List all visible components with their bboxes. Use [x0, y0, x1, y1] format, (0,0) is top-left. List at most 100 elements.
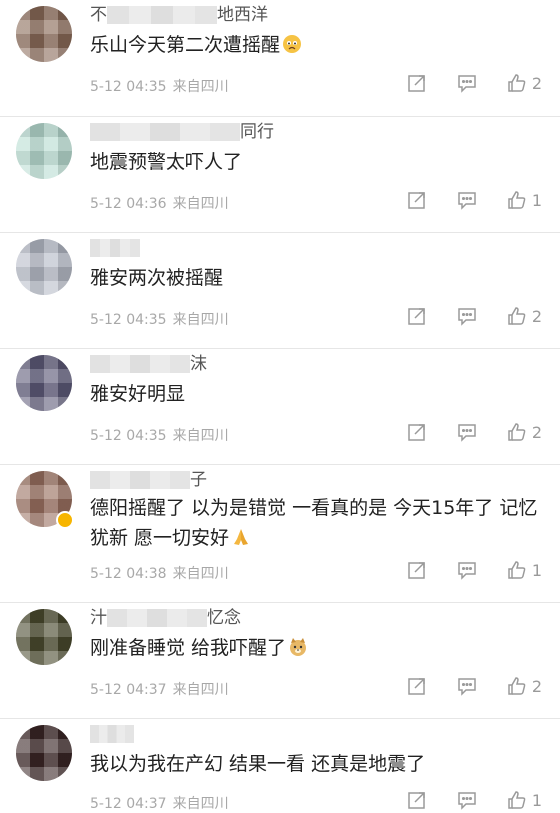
username-mask [90, 239, 140, 257]
timestamp: 5-12 04:36 [90, 196, 167, 212]
share-icon [408, 308, 425, 325]
share-button[interactable] [406, 305, 428, 327]
comment-actions: 2 [378, 72, 542, 94]
timestamp: 5-12 04:35 [90, 79, 167, 95]
comment-item: 汁忆念 刚准备睡觉 给我吓醒了 5-12 04:37 来自四川 2 [0, 603, 560, 719]
comment-meta: 5-12 04:35 来自四川 [90, 76, 229, 96]
reply-button[interactable] [456, 559, 478, 581]
comment-icon [458, 424, 476, 442]
comment-icon [458, 678, 476, 696]
source: 来自四川 [172, 682, 229, 698]
comment-actions: 1 [378, 189, 542, 211]
like-count: 2 [531, 306, 542, 326]
comment-icon [458, 75, 476, 93]
share-icon [408, 678, 425, 695]
username[interactable]: 不地西洋 [90, 2, 268, 28]
timestamp: 5-12 04:35 [90, 312, 167, 328]
reply-button[interactable] [456, 72, 478, 94]
thumbs-up-icon [508, 561, 526, 579]
username[interactable]: 子 [90, 467, 207, 493]
thumbs-up-icon [508, 677, 526, 695]
comment-item: 雅安两次被摇醒 5-12 04:35 来自四川 2 [0, 233, 560, 349]
thumbs-up-icon [508, 191, 526, 209]
comment-text: 刚准备睡觉 给我吓醒了 [90, 633, 540, 663]
username[interactable]: 同行 [90, 119, 274, 145]
username-mask [107, 6, 217, 24]
comment-item: 同行 地震预警太吓人了 5-12 04:36 来自四川 1 [0, 117, 560, 233]
comment-meta: 5-12 04:35 来自四川 [90, 309, 229, 329]
like-count: 2 [531, 422, 542, 442]
like-count: 2 [531, 676, 542, 696]
comment-actions: 2 [378, 421, 542, 443]
comment-meta: 5-12 04:37 来自四川 [90, 793, 229, 813]
worried-face-emoji [283, 35, 302, 53]
share-icon [408, 75, 425, 92]
comment-text: 我以为我在产幻 结果一看 还真是地震了 [90, 753, 426, 775]
avatar[interactable] [16, 355, 72, 411]
share-button[interactable] [406, 559, 428, 581]
like-button[interactable]: 2 [506, 305, 542, 327]
like-count: 1 [531, 560, 542, 580]
share-button[interactable] [406, 72, 428, 94]
like-button[interactable]: 2 [506, 675, 542, 697]
username[interactable] [90, 235, 140, 261]
comment-meta: 5-12 04:36 来自四川 [90, 193, 229, 213]
verified-badge-icon [56, 511, 74, 529]
thumbs-up-icon [508, 423, 526, 441]
avatar[interactable] [16, 725, 72, 781]
comment-meta: 5-12 04:38 来自四川 [90, 563, 229, 583]
comment-item: 我以为我在产幻 结果一看 还真是地震了 5-12 04:37 来自四川 1 [0, 719, 560, 812]
username[interactable] [90, 721, 134, 747]
username[interactable]: 沫 [90, 351, 207, 377]
username-mask [107, 609, 207, 627]
doge-emoji [290, 638, 307, 656]
reply-button[interactable] [456, 421, 478, 443]
timestamp: 5-12 04:37 [90, 796, 167, 812]
like-button[interactable]: 1 [506, 559, 542, 581]
comment-item: 子 德阳摇醒了 以为是错觉 一看真的是 今天15年了 记忆犹新 愿一切安好 5-… [0, 465, 560, 603]
comment-icon [458, 192, 476, 210]
comment-actions: 1 [378, 559, 542, 581]
avatar[interactable] [16, 123, 72, 179]
like-count: 1 [531, 790, 542, 810]
comment-item: 沫 雅安好明显 5-12 04:35 来自四川 2 [0, 349, 560, 465]
timestamp: 5-12 04:38 [90, 566, 167, 582]
source: 来自四川 [172, 428, 229, 444]
source: 来自四川 [172, 196, 229, 212]
like-count: 1 [531, 190, 542, 210]
comment-icon [458, 308, 476, 326]
share-icon [408, 424, 425, 441]
avatar[interactable] [16, 609, 72, 665]
avatar[interactable] [16, 6, 72, 62]
like-button[interactable]: 2 [506, 421, 542, 443]
like-button[interactable]: 1 [506, 189, 542, 211]
comment-text: 地震预警太吓人了 [90, 151, 243, 173]
comment-meta: 5-12 04:35 来自四川 [90, 425, 229, 445]
reply-button[interactable] [456, 675, 478, 697]
comment-text: 雅安好明显 [90, 383, 186, 405]
comment-item: 不地西洋 乐山今天第二次遭摇醒 5-12 04:35 来自四川 2 [0, 0, 560, 117]
username-mask [90, 123, 240, 141]
username[interactable]: 汁忆念 [90, 605, 241, 631]
comment-text: 雅安两次被摇醒 [90, 267, 224, 289]
comment-text: 德阳摇醒了 以为是错觉 一看真的是 今天15年了 记忆犹新 愿一切安好 [90, 497, 538, 549]
thumbs-up-icon [508, 74, 526, 92]
comment-text: 乐山今天第二次遭摇醒 [90, 30, 540, 60]
share-button[interactable] [406, 189, 428, 211]
username-mask [90, 725, 134, 743]
timestamp: 5-12 04:37 [90, 682, 167, 698]
share-button[interactable] [406, 675, 428, 697]
like-count: 2 [531, 73, 542, 93]
share-icon [408, 192, 425, 209]
avatar[interactable] [16, 239, 72, 295]
reply-button[interactable] [456, 305, 478, 327]
comment-icon [458, 562, 476, 580]
source: 来自四川 [172, 79, 229, 95]
share-button[interactable] [406, 421, 428, 443]
source: 来自四川 [172, 566, 229, 582]
comment-actions: 2 [378, 305, 542, 327]
reply-button[interactable] [456, 189, 478, 211]
like-button[interactable]: 2 [506, 72, 542, 94]
comment-actions: 2 [378, 675, 542, 697]
thumbs-up-icon [508, 307, 526, 325]
